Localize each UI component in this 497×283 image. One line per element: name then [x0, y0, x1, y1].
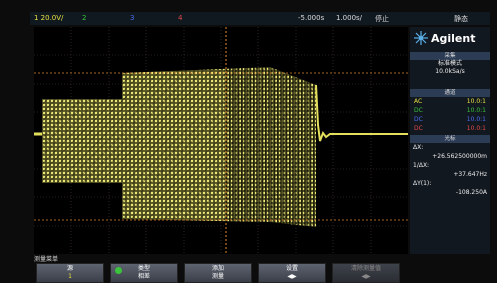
softkey-value: 相差: [137, 273, 150, 280]
channel-row: DC 10.0:1: [410, 115, 490, 124]
softkey-menu-title: 测量菜单: [34, 256, 59, 263]
time-scale: 1.000s/: [336, 14, 363, 22]
status-bar: 1 20.0V/ 2 3 4 -5.000s 1.000s/ 停止 静态: [30, 12, 490, 25]
softkey-arrows-icon: ◀▶: [287, 273, 297, 280]
softkey-label: 源: [66, 265, 73, 272]
channel-row: AC 10.0:1: [410, 97, 490, 106]
channel-coupling: DC: [414, 125, 423, 132]
clear-measurements-softkey[interactable]: 清除测量值 ◀▶: [332, 263, 400, 283]
source-softkey[interactable]: 源 1: [36, 263, 104, 283]
delta-y-value: -108.250A: [455, 189, 487, 196]
acquisition-title: 采集: [410, 52, 490, 60]
channel-row: DC 10.0:1: [410, 106, 490, 115]
settings-softkey[interactable]: 设置 ◀▶: [258, 263, 326, 283]
softkey-bar: 测量菜单 源 1 类型 相差 添加 测量 设置 ◀▶ 清除测量值 ◀▶: [30, 254, 490, 283]
softkey-value: 测量: [211, 273, 224, 280]
type-softkey[interactable]: 类型 相差: [110, 263, 178, 283]
ch2-indicator[interactable]: 2: [82, 14, 86, 22]
channel-probe: 10.0:1: [466, 107, 486, 114]
trace-tail: [315, 84, 408, 142]
rotary-knob-icon: [115, 267, 122, 274]
channel-coupling: DC: [414, 107, 423, 114]
channel-row: DC 10.0:1: [410, 124, 490, 133]
softkey-label: 清除测量值: [350, 265, 381, 272]
channel-probe: 10.0:1: [466, 125, 486, 132]
add-measurement-softkey[interactable]: 添加 测量: [184, 263, 252, 283]
time-offset: -5.000s: [298, 14, 325, 22]
waveform-svg: [34, 27, 408, 254]
brand-logo: Agilent: [410, 27, 490, 49]
ch1-scale[interactable]: 1 20.0V/: [34, 14, 63, 22]
trigger-status: 静态: [454, 15, 468, 23]
inv-delta-x-value: +37.647Hz: [453, 171, 487, 178]
waveform-display[interactable]: [34, 27, 408, 254]
softkey-arrows-icon: ◀▶: [361, 273, 371, 280]
delta-y-label: ΔY(1):: [413, 180, 432, 187]
channel-coupling: DC: [414, 116, 423, 123]
softkey-label: 添加: [211, 265, 224, 272]
inv-delta-x-label: 1/ΔX:: [413, 162, 430, 169]
channel-probe: 10.0:1: [466, 116, 486, 123]
ch3-indicator[interactable]: 3: [130, 14, 134, 22]
softkey-value: 1: [68, 273, 72, 280]
run-state: 停止: [375, 15, 389, 23]
right-info-panel: Agilent 采集 标准模式 10.0kSa/s 通道 AC 10.0:1 D…: [410, 27, 490, 254]
delta-x-value: +26.562500000m: [432, 153, 487, 160]
acquisition-rate: 10.0kSa/s: [435, 68, 465, 75]
agilent-spark-icon: [414, 31, 428, 45]
cursors-title: 光标: [410, 135, 490, 143]
channel-coupling: AC: [414, 98, 423, 105]
brand-name: Agilent: [431, 31, 476, 45]
channel-probe: 10.0:1: [466, 98, 486, 105]
softkey-label: 设置: [285, 265, 298, 272]
acquisition-mode: 标准模式: [437, 60, 462, 67]
delta-x-label: ΔX:: [413, 144, 424, 151]
channels-title: 通道: [410, 89, 490, 97]
ch4-indicator[interactable]: 4: [178, 14, 182, 22]
